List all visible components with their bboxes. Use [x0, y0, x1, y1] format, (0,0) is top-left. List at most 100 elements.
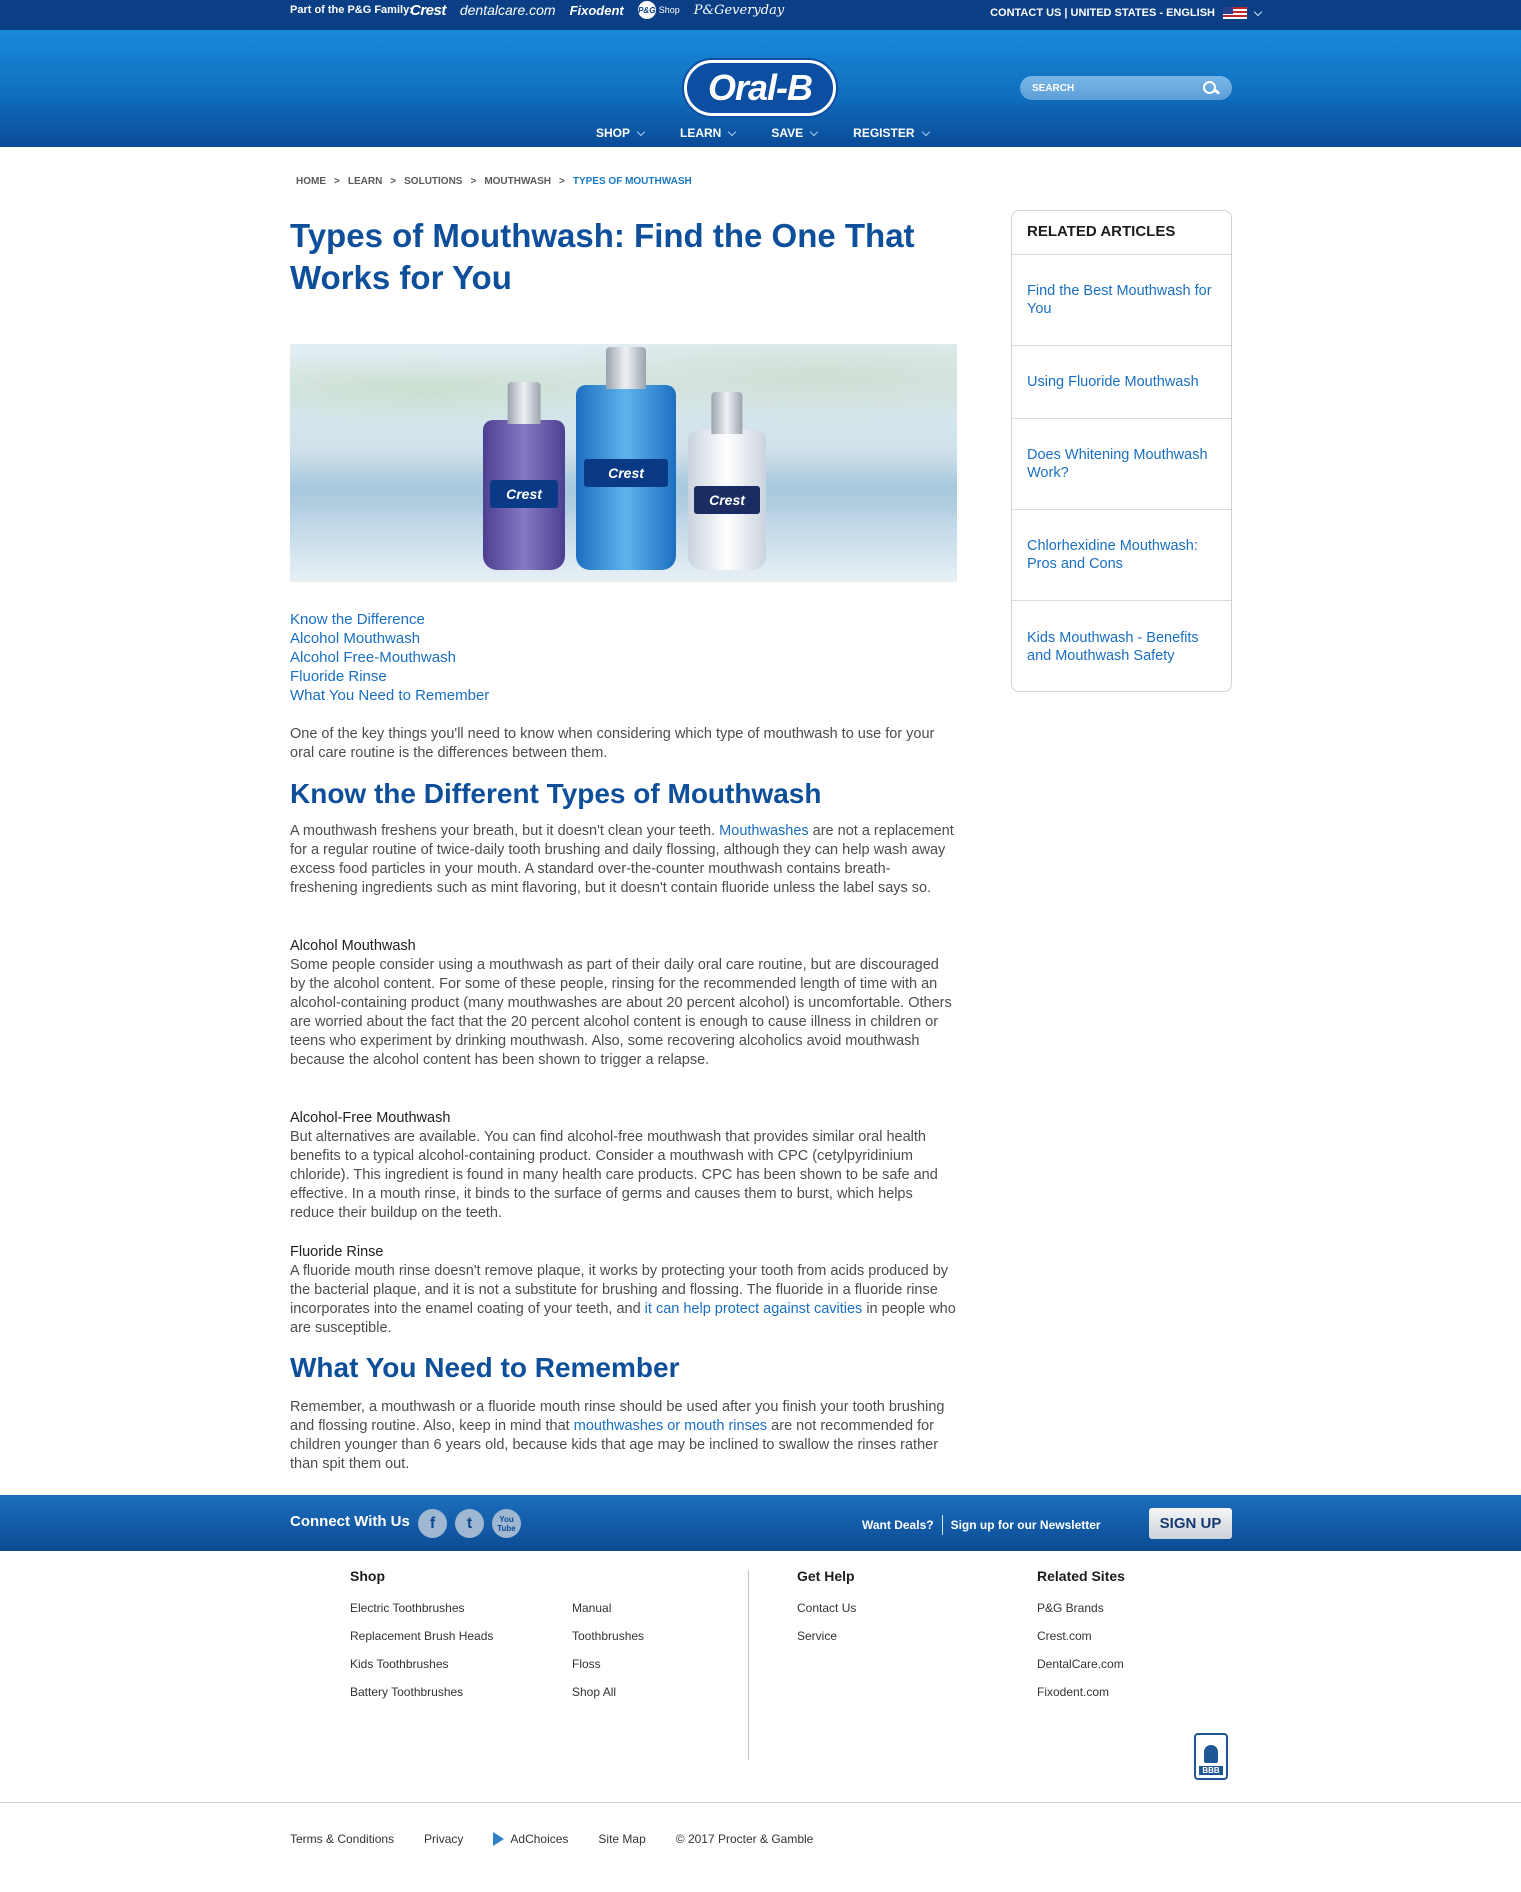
related-article-link[interactable]: Does Whitening Mouthwash Work? [1012, 419, 1231, 510]
us-flag-icon [1223, 7, 1247, 19]
nav-learn[interactable]: LEARN [680, 126, 737, 140]
breadcrumb-learn[interactable]: LEARN [348, 176, 382, 187]
subheading-fluoride: Fluoride Rinse [290, 1244, 384, 1260]
chevron-down-icon [728, 127, 737, 136]
footer-link[interactable]: Battery Toothbrushes [350, 1678, 493, 1706]
related-article-link[interactable]: Kids Mouthwash - Benefits and Mouthwash … [1012, 601, 1231, 691]
alcohol-free-section: Alcohol-Free Mouthwash But alternatives … [290, 1109, 958, 1223]
bottle-cap [507, 382, 541, 424]
terms-link[interactable]: Terms & Conditions [290, 1832, 394, 1846]
footer-help-title: Get Help [797, 1568, 855, 1584]
oral-b-logo[interactable]: Oral-B [684, 60, 836, 116]
footer-link[interactable]: P&G Brands [1037, 1594, 1125, 1622]
related-article-link[interactable]: Find the Best Mouthwash for You [1012, 255, 1231, 346]
breadcrumb-current: TYPES OF MOUTHWASH [572, 176, 692, 187]
chevron-down-icon [809, 127, 819, 136]
related-article-link[interactable]: Chlorhexidine Mouthwash: Pros and Cons [1012, 510, 1231, 601]
toc-link-know-difference[interactable]: Know the Difference [290, 610, 489, 629]
mouthwashes-link[interactable]: Mouthwashes [719, 823, 808, 839]
footer-link[interactable]: Service [797, 1622, 856, 1650]
newsletter-label: Sign up for our Newsletter [950, 1518, 1101, 1532]
brand-link-dentalcare[interactable]: dentalcare.com [460, 2, 556, 18]
brand-link-pg-shop[interactable]: P&G Shop [637, 1, 680, 19]
pg-shop-label: Shop [658, 5, 680, 15]
types-paragraph: A mouthwash freshens your breath, but it… [290, 822, 958, 898]
footer-link[interactable]: Crest.com [1037, 1622, 1125, 1650]
brand-link-crest[interactable]: Crest [410, 2, 446, 19]
footer-link[interactable]: Kids Toothbrushes [350, 1650, 493, 1678]
footer-link[interactable]: Toothbrushes [572, 1622, 644, 1650]
utility-links[interactable]: CONTACT US | UNITED STATES - ENGLISH [990, 7, 1215, 19]
adchoices-link[interactable]: AdChoices [493, 1832, 568, 1846]
footer-link[interactable]: Replacement Brush Heads [350, 1622, 493, 1650]
hero-image-mouthwash-bottles: Crest Crest Crest [290, 344, 957, 582]
footer-link[interactable]: DentalCare.com [1037, 1650, 1125, 1678]
mouthwash-bottle-white: Crest [688, 392, 766, 570]
page-title: Types of Mouthwash: Find the One That Wo… [290, 217, 915, 296]
want-deals-label: Want Deals? [862, 1518, 934, 1532]
toc-link-fluoride[interactable]: Fluoride Rinse [290, 667, 489, 686]
nav-shop[interactable]: SHOP [596, 126, 646, 140]
youtube-icon[interactable]: You Tube [492, 1509, 521, 1538]
copyright: © 2017 Procter & Gamble [675, 1832, 814, 1846]
breadcrumb-solutions[interactable]: SOLUTIONS [404, 176, 462, 187]
bottle-cap [711, 392, 743, 434]
footer-link[interactable]: Electric Toothbrushes [350, 1594, 493, 1622]
article: Types of Mouthwash: Find the One That Wo… [290, 215, 958, 1472]
connect-label: Connect With Us [290, 1513, 410, 1530]
sitemap-link[interactable]: Site Map [598, 1832, 645, 1846]
table-of-contents: Know the Difference Alcohol Mouthwash Al… [290, 610, 489, 705]
fluoride-paragraph: A fluoride mouth rinse doesn't remove pl… [290, 1262, 958, 1338]
pg-family-label: Part of the P&G Family: [290, 4, 413, 16]
brand-link-pg-everyday[interactable]: P&Geveryday [694, 3, 784, 18]
legal-links: Terms & Conditions Privacy AdChoices Sit… [290, 1832, 813, 1846]
mouth-rinses-link[interactable]: mouthwashes or mouth rinses [574, 1418, 767, 1434]
top-bar: Part of the P&G Family: Crest dentalcare… [0, 0, 1521, 30]
text-segment: A mouthwash freshens your breath, but it… [290, 823, 720, 839]
bottle-label: Crest [694, 486, 760, 514]
privacy-link[interactable]: Privacy [424, 1832, 463, 1846]
footer-link[interactable]: Shop All [572, 1678, 644, 1706]
breadcrumb-mouthwash[interactable]: MOUTHWASH [484, 176, 551, 187]
brand-link-fixodent[interactable]: Fixodent [570, 3, 624, 18]
nav-learn-label: LEARN [680, 126, 722, 140]
footer-related-col: Related Sites P&G Brands Crest.com Denta… [1037, 1568, 1125, 1706]
locale-selector[interactable]: CONTACT US | UNITED STATES - ENGLISH [990, 7, 1263, 19]
footer-link[interactable]: Floss [572, 1650, 644, 1678]
chevron-down-icon [636, 127, 646, 136]
search-icon[interactable] [1202, 81, 1220, 95]
search-input[interactable]: SEARCH [1032, 83, 1074, 94]
bbb-accreditation-badge[interactable]: BBB [1194, 1733, 1228, 1780]
twitter-icon[interactable]: t [455, 1509, 484, 1538]
alcohol-free-paragraph: But alternatives are available. You can … [290, 1129, 938, 1221]
mouthwash-bottle-purple: Crest [483, 382, 565, 570]
facebook-icon[interactable]: f [418, 1509, 447, 1538]
toc-link-remember[interactable]: What You Need to Remember [290, 686, 489, 705]
bottle-label: Crest [584, 459, 668, 487]
bottle-label: Crest [489, 480, 559, 508]
footer-link[interactable]: Manual [572, 1594, 644, 1622]
footer-shop-title: Shop [350, 1568, 385, 1584]
footer-link[interactable]: Contact Us [797, 1594, 856, 1622]
adchoices-label: AdChoices [510, 1832, 569, 1846]
related-article-link[interactable]: Using Fluoride Mouthwash [1012, 346, 1231, 419]
footer-divider [748, 1570, 749, 1760]
footer-related-title: Related Sites [1037, 1568, 1125, 1584]
alcohol-paragraph: Some people consider using a mouthwash a… [290, 957, 952, 1068]
chevron-down-icon [921, 127, 930, 136]
related-articles-panel: RELATED ARTICLES Find the Best Mouthwash… [1011, 210, 1232, 692]
nav-save[interactable]: SAVE [771, 126, 819, 140]
adchoices-icon [493, 1832, 505, 1846]
breadcrumb-home[interactable]: HOME [296, 176, 326, 187]
divider [941, 1515, 943, 1535]
sign-up-button[interactable]: SIGN UP [1149, 1508, 1232, 1539]
cavities-link[interactable]: it can help protect against cavities [645, 1301, 863, 1317]
search-box[interactable]: SEARCH [1020, 76, 1232, 100]
related-articles-title: RELATED ARTICLES [1012, 211, 1231, 255]
footer-link[interactable]: Fixodent.com [1037, 1678, 1125, 1706]
nav-register[interactable]: REGISTER [853, 126, 930, 140]
footer-shop-col-2: Manual Toothbrushes Floss Shop All [572, 1568, 644, 1706]
toc-link-alcohol-free[interactable]: Alcohol Free-Mouthwash [290, 648, 489, 667]
toc-link-alcohol[interactable]: Alcohol Mouthwash [290, 629, 489, 648]
mouthwash-bottle-blue: Crest [576, 347, 676, 570]
